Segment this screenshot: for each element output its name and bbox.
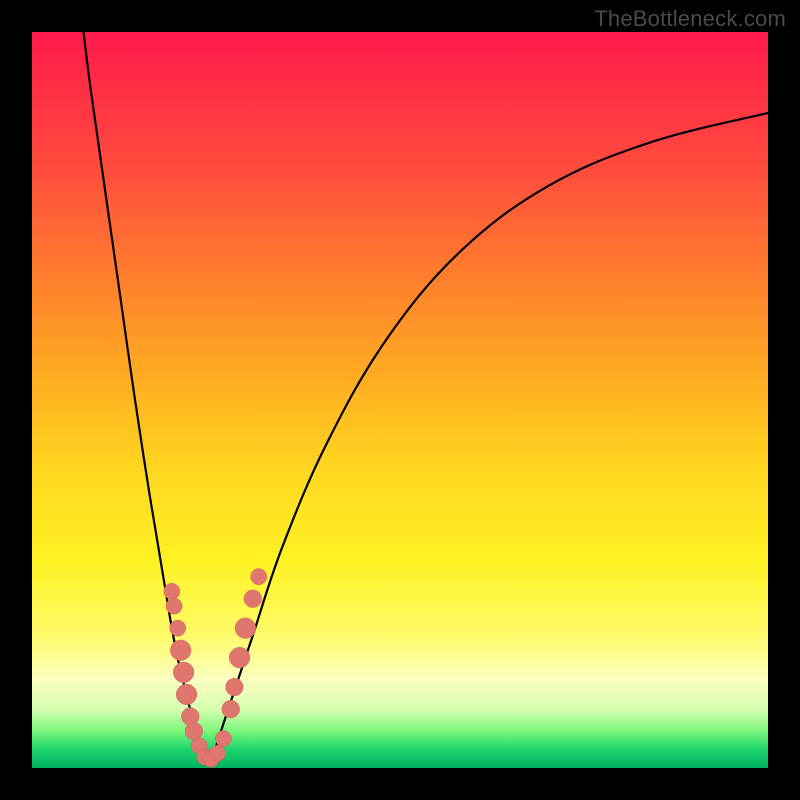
curve-right-branch — [209, 113, 768, 761]
data-marker — [226, 678, 244, 696]
marker-layer — [164, 569, 267, 768]
data-marker — [229, 647, 250, 668]
data-marker — [209, 745, 225, 761]
chart-svg — [32, 32, 768, 768]
data-marker — [244, 590, 262, 608]
data-marker — [170, 620, 186, 636]
data-marker — [235, 618, 256, 639]
data-marker — [166, 598, 182, 614]
data-marker — [222, 700, 240, 718]
data-marker — [170, 640, 191, 661]
data-marker — [215, 730, 231, 746]
data-marker — [185, 722, 203, 740]
plot-area — [32, 32, 768, 768]
data-marker — [164, 583, 180, 599]
watermark-text: TheBottleneck.com — [594, 6, 786, 32]
data-marker — [173, 662, 194, 683]
data-marker — [176, 684, 197, 705]
chart-frame: TheBottleneck.com — [0, 0, 800, 800]
data-marker — [251, 569, 267, 585]
